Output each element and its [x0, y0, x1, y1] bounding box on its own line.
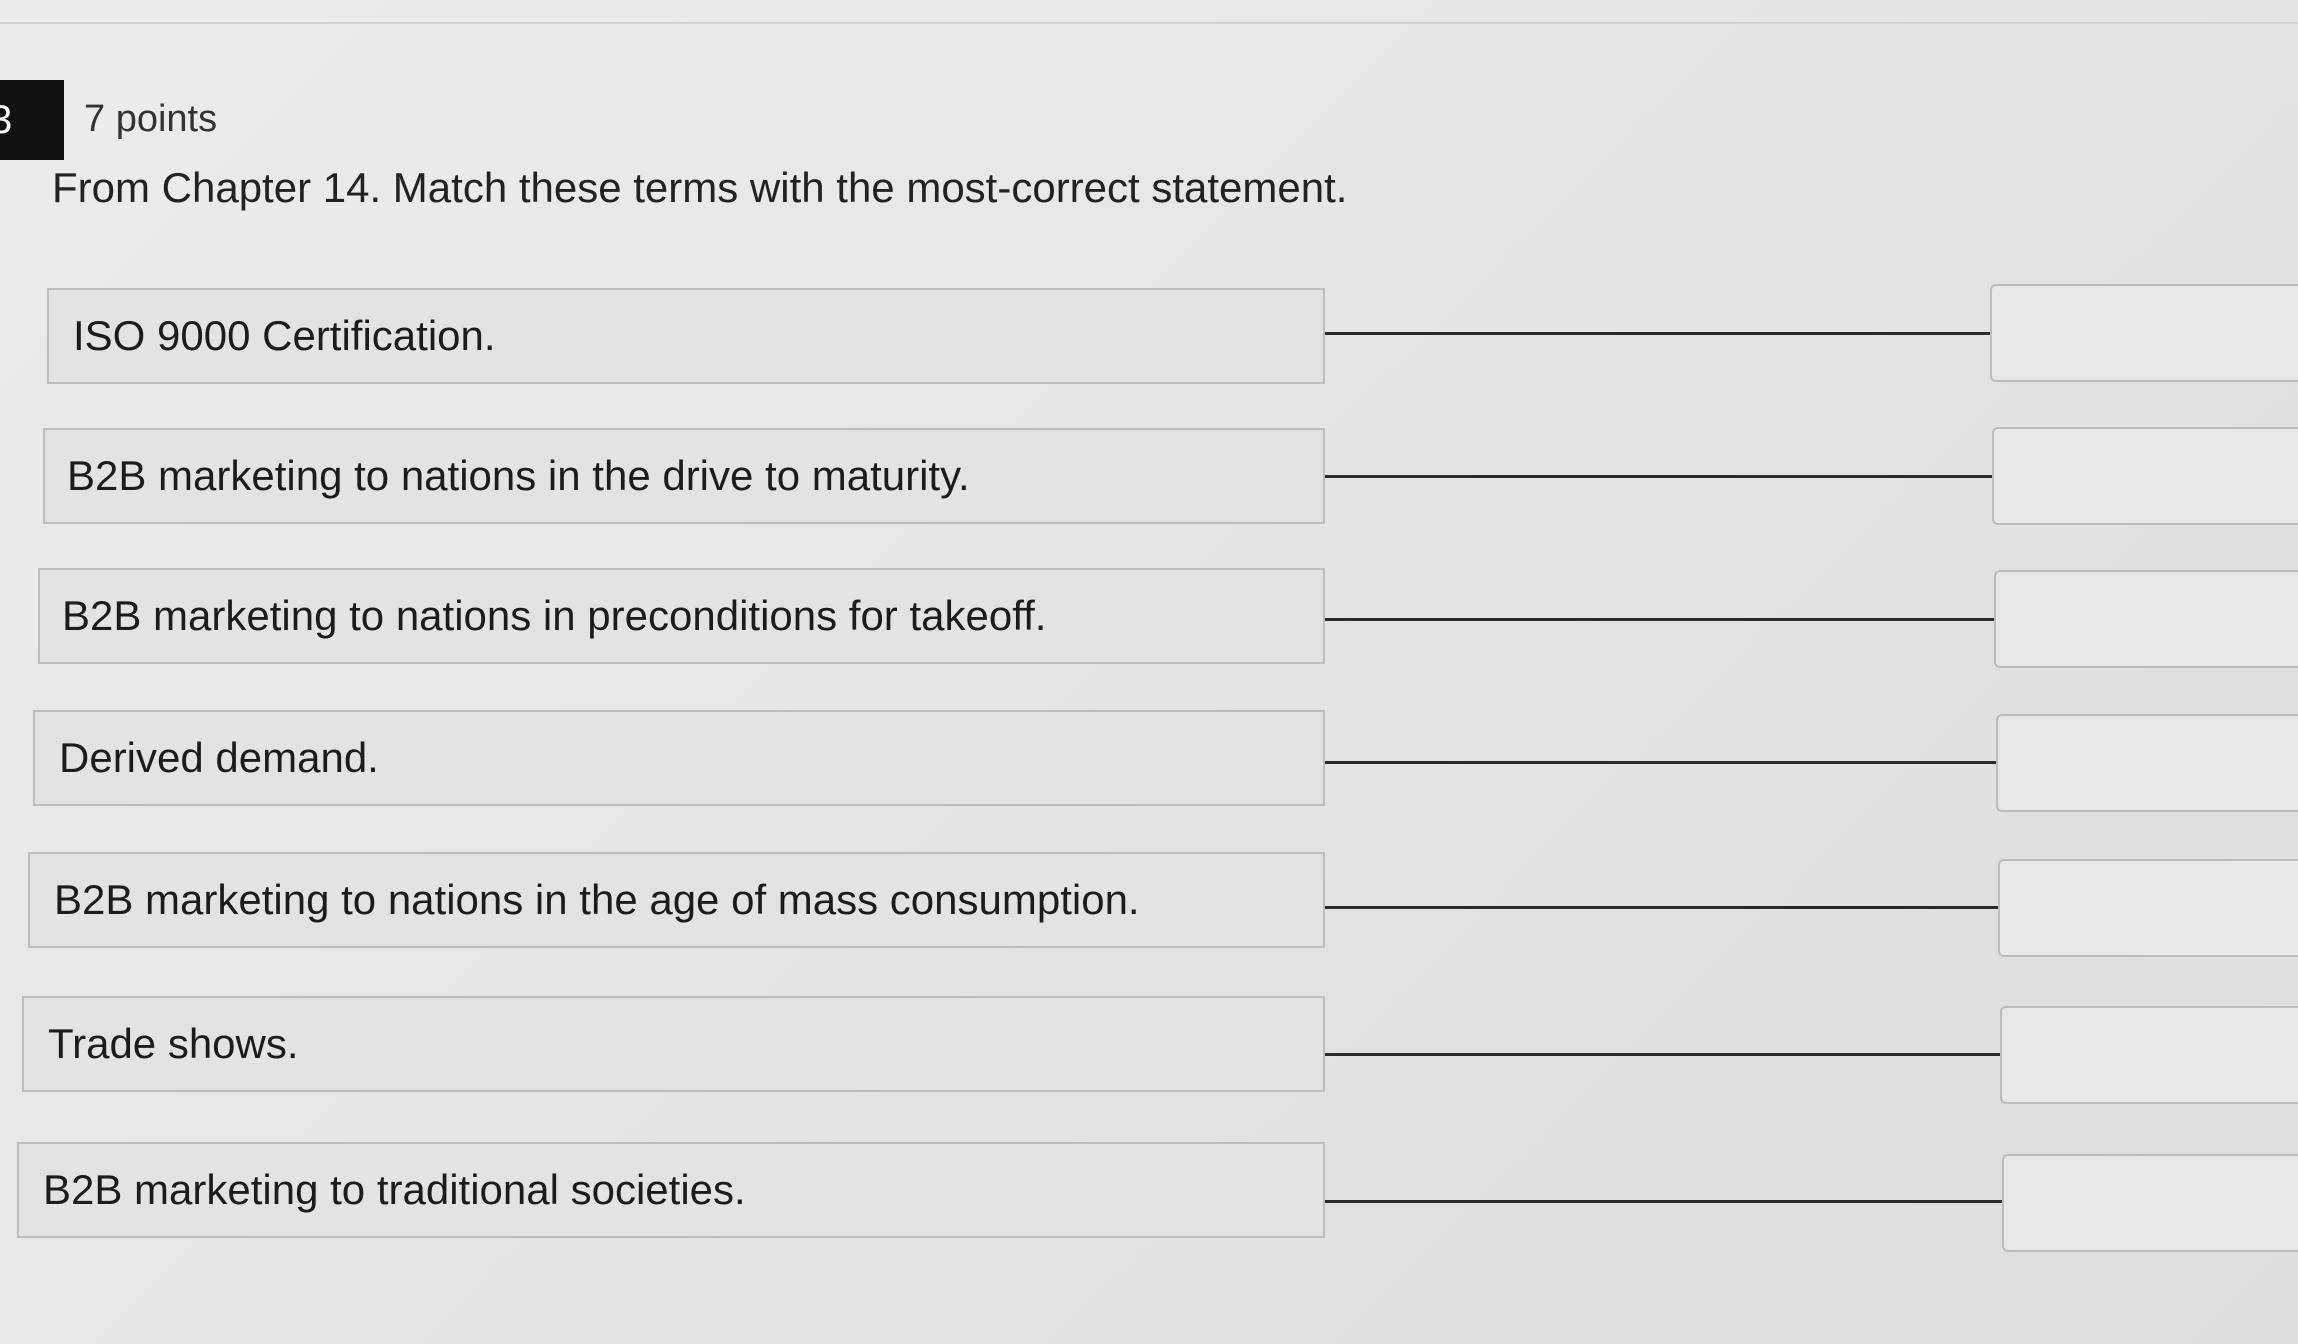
match-term-label: Derived demand.	[59, 734, 379, 781]
match-term[interactable]: B2B marketing to nations in precondition…	[38, 568, 1325, 664]
match-connector-line	[1325, 618, 1994, 621]
match-drop-target[interactable]	[1994, 570, 2298, 668]
question-prompt: From Chapter 14. Match these terms with …	[52, 164, 1348, 211]
match-connector-line	[1325, 1200, 2002, 1203]
top-divider	[0, 22, 2298, 24]
match-term[interactable]: Trade shows.	[22, 996, 1325, 1092]
match-connector-line	[1325, 906, 1998, 909]
match-connector-line	[1325, 475, 1992, 478]
match-drop-target[interactable]	[1992, 427, 2298, 525]
points-label: 7 points	[84, 98, 218, 140]
match-connector-line	[1325, 332, 1990, 335]
match-connector-line	[1325, 761, 1996, 764]
match-term-label: B2B marketing to traditional societies.	[43, 1166, 746, 1213]
match-term-label: Trade shows.	[48, 1020, 299, 1067]
match-drop-target[interactable]	[1990, 284, 2298, 382]
match-term-label: B2B marketing to nations in the drive to…	[67, 452, 970, 499]
match-drop-target[interactable]	[1996, 714, 2298, 812]
match-term[interactable]: B2B marketing to nations in the drive to…	[43, 428, 1325, 524]
match-term[interactable]: ISO 9000 Certification.	[47, 288, 1325, 384]
match-drop-target[interactable]	[1998, 859, 2298, 957]
match-term[interactable]: Derived demand.	[33, 710, 1325, 806]
match-term-label: B2B marketing to nations in the age of m…	[54, 876, 1140, 923]
match-drop-target[interactable]	[2002, 1154, 2298, 1252]
match-term-label: ISO 9000 Certification.	[73, 312, 496, 359]
match-drop-target[interactable]	[2000, 1006, 2298, 1104]
match-connector-line	[1325, 1053, 2000, 1056]
match-term[interactable]: B2B marketing to traditional societies.	[17, 1142, 1325, 1238]
question-number-badge: 3	[0, 80, 64, 160]
match-term[interactable]: B2B marketing to nations in the age of m…	[28, 852, 1325, 948]
match-term-label: B2B marketing to nations in precondition…	[62, 592, 1047, 639]
